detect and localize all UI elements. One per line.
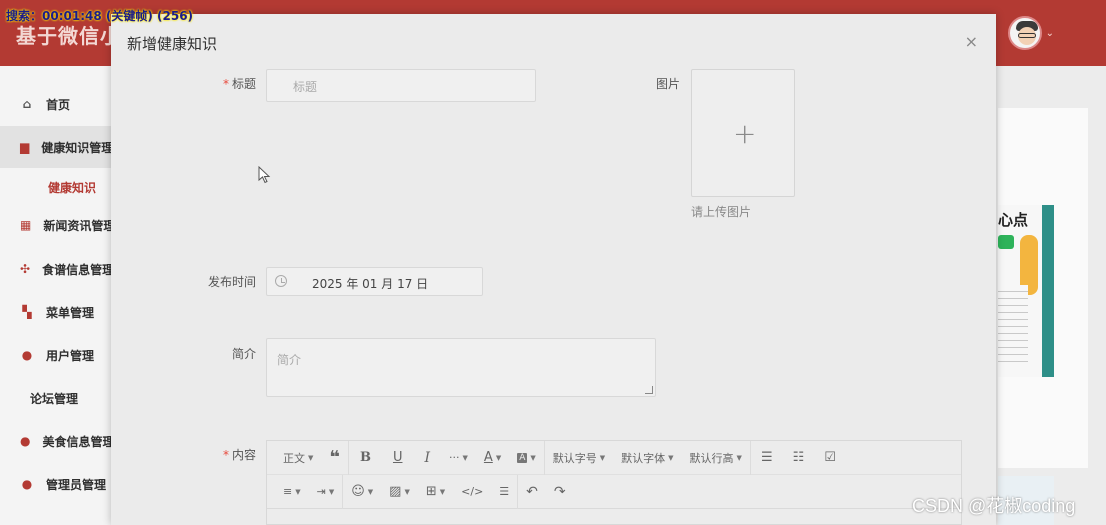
bulleted-list-icon[interactable]: ☰ <box>751 441 783 475</box>
intro-placeholder: 简介 <box>277 353 302 367</box>
todo-checkbox-icon[interactable]: ☑ <box>814 441 846 475</box>
grid-icon: ▦ <box>20 218 32 232</box>
book-icon: ▆ <box>20 140 30 154</box>
undo-icon[interactable]: ↶ <box>518 475 546 509</box>
poster-title: 心点 <box>998 211 1029 229</box>
title-label: * 标题 <box>222 77 256 91</box>
user-icon: ● <box>21 477 33 491</box>
title-input[interactable]: 标题 <box>266 69 536 102</box>
sidebar-item-label: 食谱信息管理 <box>42 262 115 277</box>
editor-toolbar-row-1: 正文 ▼ ❝ B U I ··· ▼ A ▼ A ▼ 默认字号 ▼ 默认字体 ▼ 默认行高 ▼… <box>267 440 961 475</box>
font-size-select[interactable]: 默认字号 ▼ <box>545 441 613 475</box>
image-icon[interactable]: ▨ ▼ <box>381 475 418 509</box>
poster-image: 心点 <box>998 205 1054 377</box>
sidebar-item-forum[interactable]: 论坛管理 <box>0 377 112 419</box>
sidebar-item-menu[interactable]: ▚ 菜单管理 <box>0 291 112 333</box>
italic-button[interactable]: I <box>413 441 441 475</box>
divider-icon[interactable]: ☰ <box>491 475 517 509</box>
clock-icon <box>275 275 287 287</box>
blocks-icon: ▚ <box>22 305 32 319</box>
more-styles-button[interactable]: ··· ▼ <box>441 441 476 475</box>
background-color-button[interactable]: A ▼ <box>509 441 544 475</box>
home-icon: ⌂ <box>22 97 32 111</box>
intro-label: 简介 <box>231 347 256 361</box>
table-icon[interactable]: ⊞ ▼ <box>418 475 453 509</box>
sidebar-item-label: 首页 <box>46 97 71 112</box>
plus-icon: + <box>733 117 757 150</box>
sidebar-item-food[interactable]: ● 美食信息管理 <box>0 420 115 462</box>
chevron-down-icon[interactable]: ⌄ <box>1046 28 1054 39</box>
rich-text-editor: 正文 ▼ ❝ B U I ··· ▼ A ▼ A ▼ 默认字号 ▼ 默认字体 ▼ 默认行高 ▼… <box>266 440 962 525</box>
intro-textarea[interactable]: 简介 <box>266 338 656 397</box>
content-label: * 内容 <box>222 448 256 462</box>
sidebar-item-label: 美食信息管理 <box>42 434 115 449</box>
editor-toolbar-row-2: ≡ ▼ ⇥ ▼ ☺ ▼ ▨ ▼ ⊞ ▼ </> ☰ ↶ ↷ <box>267 474 961 509</box>
sidebar-item-recipes[interactable]: ✣ 食谱信息管理 <box>0 248 115 290</box>
publish-date-picker[interactable]: 2025 年 01 月 17 日 <box>266 267 483 296</box>
mouse-cursor-icon <box>258 166 271 184</box>
image-label: 图片 <box>655 77 680 91</box>
bold-button[interactable]: B <box>349 441 382 475</box>
dialog-title: 新增健康知识 <box>127 35 218 53</box>
sidebar-item-label: 健康知识管理 <box>41 140 114 155</box>
code-icon[interactable]: </> <box>453 475 491 509</box>
required-mark: * <box>222 77 229 91</box>
paragraph-select[interactable]: 正文 ▼ <box>267 441 321 475</box>
flower-icon: ✣ <box>20 262 31 276</box>
emoji-icon[interactable]: ☺ ▼ <box>343 475 381 509</box>
sidebar-item-home[interactable]: ⌂ 首页 <box>0 83 112 125</box>
quote-button[interactable]: ❝ <box>321 441 348 475</box>
drop-icon: ● <box>20 434 31 448</box>
sidebar-subitem-health-knowledge[interactable]: 健康知识 <box>48 179 96 196</box>
sidebar-item-news[interactable]: ▦ 新闻资讯管理 <box>0 204 116 246</box>
avatar[interactable] <box>1007 16 1042 50</box>
line-height-select[interactable]: 默认行高 ▼ <box>682 441 750 475</box>
user-icon: ● <box>21 348 33 362</box>
video-overlay-text: 搜索：00:01:48 (关键帧) (256) <box>6 9 194 23</box>
image-upload-hint: 请上传图片 <box>691 205 752 219</box>
align-icon[interactable]: ≡ ▼ <box>267 475 309 509</box>
publish-time-label: 发布时间 <box>207 275 256 289</box>
required-mark: * <box>222 448 229 462</box>
publish-date-value: 2025 年 01 月 17 日 <box>312 277 429 291</box>
numbered-list-icon[interactable]: ☷ <box>783 441 815 475</box>
app-title: 基于微信小 <box>16 24 121 48</box>
sidebar-item-label: 论坛管理 <box>30 391 79 406</box>
resize-handle-icon[interactable] <box>645 386 653 394</box>
add-health-knowledge-dialog: 新增健康知识 × * 标题 标题 图片 + 请上传图片 发布时间 2025 年 0… <box>111 14 996 525</box>
sidebar-item-label: 新闻资讯管理 <box>43 218 116 233</box>
underline-button[interactable]: U <box>382 441 414 475</box>
sidebar-item-admins[interactable]: ● 管理员管理 <box>0 463 112 505</box>
sidebar: ⌂ 首页 ▆ 健康知识管理 健康知识 ▦ 新闻资讯管理 ✣ 食谱信息管理 ▚ 菜… <box>0 66 116 525</box>
image-upload-button[interactable]: + <box>691 69 795 197</box>
sidebar-item-label: 菜单管理 <box>46 305 95 320</box>
sidebar-item-label: 管理员管理 <box>46 477 107 492</box>
font-family-select[interactable]: 默认字体 ▼ <box>613 441 681 475</box>
sidebar-item-users[interactable]: ● 用户管理 <box>0 334 112 376</box>
sidebar-item-health-knowledge-mgmt[interactable]: ▆ 健康知识管理 <box>0 126 114 168</box>
close-icon[interactable]: × <box>965 32 978 51</box>
sidebar-item-label: 用户管理 <box>46 348 95 363</box>
redo-icon[interactable]: ↷ <box>546 475 574 509</box>
font-color-button[interactable]: A ▼ <box>476 441 509 475</box>
watermark: CSDN @花椒coding <box>912 496 1076 516</box>
indent-icon[interactable]: ⇥ ▼ <box>309 475 343 509</box>
